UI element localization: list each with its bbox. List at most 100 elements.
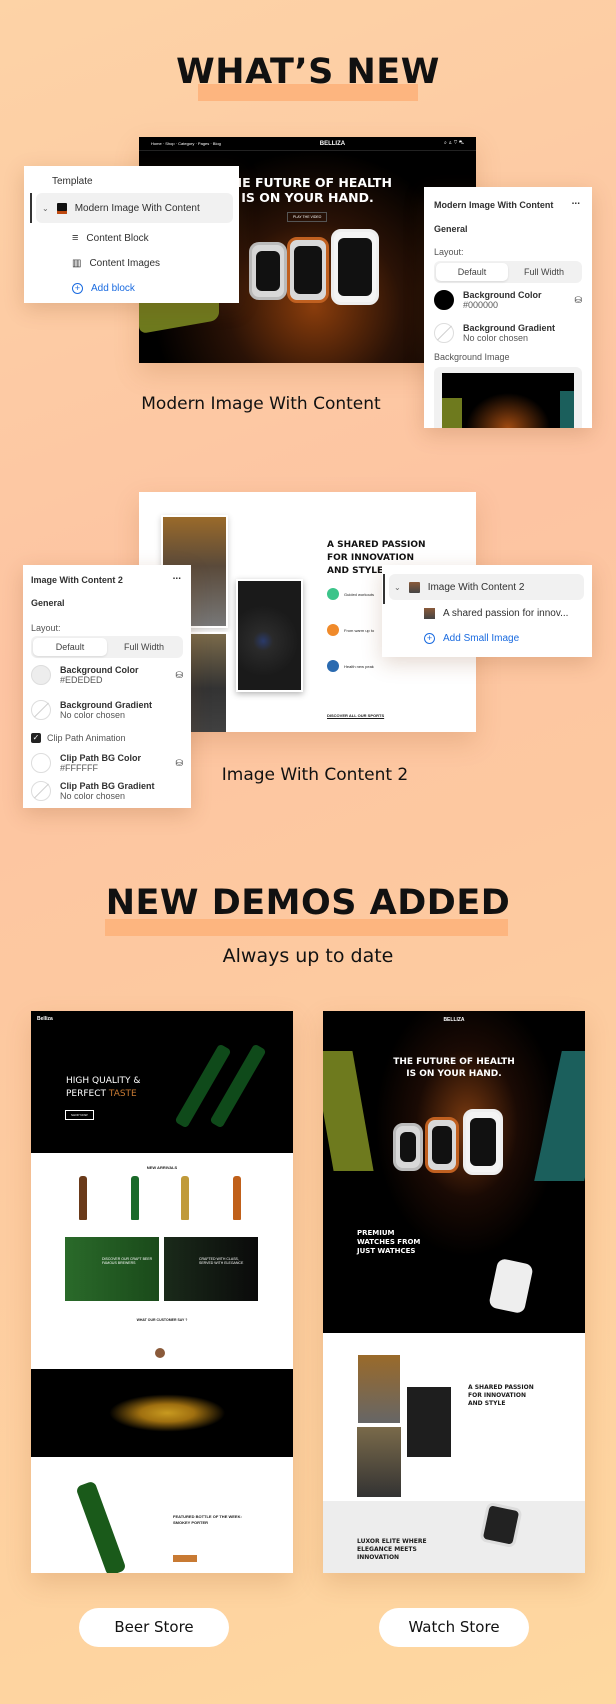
block-label: A shared passion for innov... <box>443 608 569 619</box>
promo-banner[interactable]: CRAFTED WITH CLASS, SERVED WITH ELEGANCE <box>164 1237 258 1301</box>
hero-accent: TASTE <box>108 1089 137 1099</box>
chevron-down-icon[interactable]: ⌄ <box>42 204 49 213</box>
subtitle: Always up to date <box>222 945 394 967</box>
premium-line-2: WATCHES FROM <box>357 1238 421 1246</box>
template-tree-panel: Template ⌄ Modern Image With Content ≡ Co… <box>24 166 239 303</box>
layout-toggle[interactable]: Default Full Width <box>31 636 183 658</box>
layout-default[interactable]: Default <box>436 263 508 281</box>
brand-logo: Belliza <box>37 1016 53 1022</box>
new-demos-title: NEW DEMOS ADDED <box>105 883 511 923</box>
value: No color chosen <box>463 333 529 343</box>
empty-swatch[interactable] <box>434 323 454 343</box>
more-menu-icon[interactable]: ... <box>572 196 580 207</box>
watch-image <box>331 229 379 305</box>
watch-image <box>249 242 287 300</box>
block-label: Content Block <box>86 232 149 244</box>
luxor-line-1: LUXOR ELITE WHERE <box>357 1538 427 1545</box>
passion-line-3: AND STYLE <box>468 1400 506 1407</box>
layout-default[interactable]: Default <box>33 638 107 656</box>
value: No color chosen <box>60 710 126 720</box>
photo <box>407 1387 451 1457</box>
feature-item: From warm up to <box>327 624 374 636</box>
watch-store-button[interactable]: Watch Store <box>379 1608 529 1647</box>
clip-path-checkbox[interactable]: ✓ Clip Path Animation <box>31 733 126 743</box>
feature-icon <box>327 588 339 600</box>
hero-line-1: THE FUTURE OF HEALTH <box>393 1057 515 1067</box>
feature-label: From warm up to <box>344 627 375 633</box>
clip-gradient-setting[interactable]: Clip Path BG Gradient No color chosen <box>31 781 155 801</box>
bg-image-picker[interactable] <box>434 367 582 428</box>
wrist-watch-photo <box>236 579 303 692</box>
settings-panel: Modern Image With Content ... General La… <box>424 187 592 428</box>
add-block-label: Add block <box>91 283 135 294</box>
premium-line-3: JUST WATHCES <box>357 1247 416 1255</box>
layout-full-width[interactable]: Full Width <box>107 638 181 656</box>
tree-block-images[interactable]: ▥ Content Images <box>72 258 160 269</box>
color-swatch[interactable] <box>31 753 51 773</box>
chevron-down-icon[interactable]: ⌄ <box>394 583 401 592</box>
text-lines-icon: ≡ <box>72 232 79 244</box>
banner-text: CRAFTED WITH CLASS, SERVED WITH ELEGANCE <box>199 1257 244 1265</box>
checkbox-checked-icon[interactable]: ✓ <box>31 733 41 743</box>
feature-icon <box>327 624 339 636</box>
bg-image-thumb <box>442 373 574 428</box>
watch-store-preview[interactable]: BELLIZA THE FUTURE OF HEALTH IS ON YOUR … <box>323 1011 585 1573</box>
passion-line-2: FOR INNOVATION <box>468 1392 526 1399</box>
color-swatch[interactable] <box>434 290 454 310</box>
tree-block-content[interactable]: ≡ Content Block <box>72 232 149 244</box>
tree-section-item[interactable]: ⌄ Modern Image With Content <box>36 193 233 223</box>
more-menu-icon[interactable]: ... <box>173 571 181 582</box>
feature-icon <box>327 660 339 672</box>
read-more-button[interactable] <box>173 1555 197 1562</box>
database-icon[interactable]: ⛁ <box>574 295 582 306</box>
label: Background Color <box>463 290 542 300</box>
discover-link[interactable]: DISCOVER ALL OUR SPORTS <box>327 713 384 718</box>
add-small-image-button[interactable]: + Add Small Image <box>424 633 519 644</box>
section-thumb-icon <box>408 581 420 593</box>
value: #EDEDED <box>60 675 103 685</box>
layout-full-width[interactable]: Full Width <box>508 263 580 281</box>
photo <box>357 1354 401 1424</box>
panel-title: Image With Content 2 <box>31 575 123 585</box>
section-thumb-icon <box>56 202 67 214</box>
play-video-button[interactable]: PLAY THE VIDEO <box>287 212 328 222</box>
premium-line-1: PREMIUM <box>357 1229 395 1237</box>
header-icons[interactable]: ⌕ ♙ ♡ ⛍ <box>444 140 464 147</box>
bg-image-label: Background Image <box>434 352 510 362</box>
feature-item: Health new peak <box>327 660 374 672</box>
bg-color-setting[interactable]: Background Color #000000 ⛁ <box>434 290 582 310</box>
beer-store-preview[interactable]: Belliza HIGH QUALITY & PERFECT TASTE SHO… <box>31 1011 293 1573</box>
plus-circle-icon: + <box>72 283 83 294</box>
template-heading: Template <box>52 176 93 187</box>
demo2-caption: Image With Content 2 <box>221 765 409 785</box>
layout-toggle[interactable]: Default Full Width <box>434 261 582 283</box>
tree-panel-2: ⌄ Image With Content 2 A shared passion … <box>382 565 592 657</box>
tree-section-item[interactable]: ⌄ Image With Content 2 <box>389 574 584 600</box>
color-swatch[interactable] <box>31 665 51 685</box>
bg-gradient-setting[interactable]: Background Gradient No color chosen <box>31 700 152 720</box>
tree-block-item[interactable]: A shared passion for innov... <box>424 608 568 619</box>
hero-line-2: IS ON YOUR HAND. <box>406 1069 502 1079</box>
watch-image <box>463 1109 503 1175</box>
nav-links[interactable]: Home · Shop · Category · Pages · Blog <box>151 141 221 146</box>
beer-store-button[interactable]: Beer Store <box>79 1608 229 1647</box>
database-icon[interactable]: ⛁ <box>175 670 183 681</box>
clip-color-setting[interactable]: Clip Path BG Color #FFFFFF ⛁ <box>31 753 183 773</box>
add-block-button[interactable]: + Add block <box>72 283 135 294</box>
empty-swatch[interactable] <box>31 781 51 801</box>
luxor-line-3: INNOVATION <box>357 1554 400 1561</box>
testimonials-title: WHAT OUR CUSTOMER SAY ? <box>136 1318 188 1322</box>
brand-logo: BELLIZA <box>319 140 346 147</box>
feature-label: Guided workouts <box>344 591 375 597</box>
value: #FFFFFF <box>60 763 98 773</box>
promo-banner[interactable]: DISCOVER OUR CRAFT BEER FAMOUS BREWERS <box>65 1237 159 1301</box>
empty-swatch[interactable] <box>31 700 51 720</box>
add-label: Add Small Image <box>443 633 520 644</box>
shop-now-button[interactable]: SHOP NOW <box>65 1110 94 1120</box>
banner-text: DISCOVER OUR CRAFT BEER FAMOUS BREWERS <box>102 1257 153 1265</box>
bg-color-setting[interactable]: Background Color #EDEDED ⛁ <box>31 665 183 685</box>
bg-gradient-setting[interactable]: Background Gradient No color chosen <box>434 323 555 343</box>
bottle <box>131 1176 139 1220</box>
label: Background Color <box>60 665 139 675</box>
label: Clip Path Animation <box>47 733 126 743</box>
